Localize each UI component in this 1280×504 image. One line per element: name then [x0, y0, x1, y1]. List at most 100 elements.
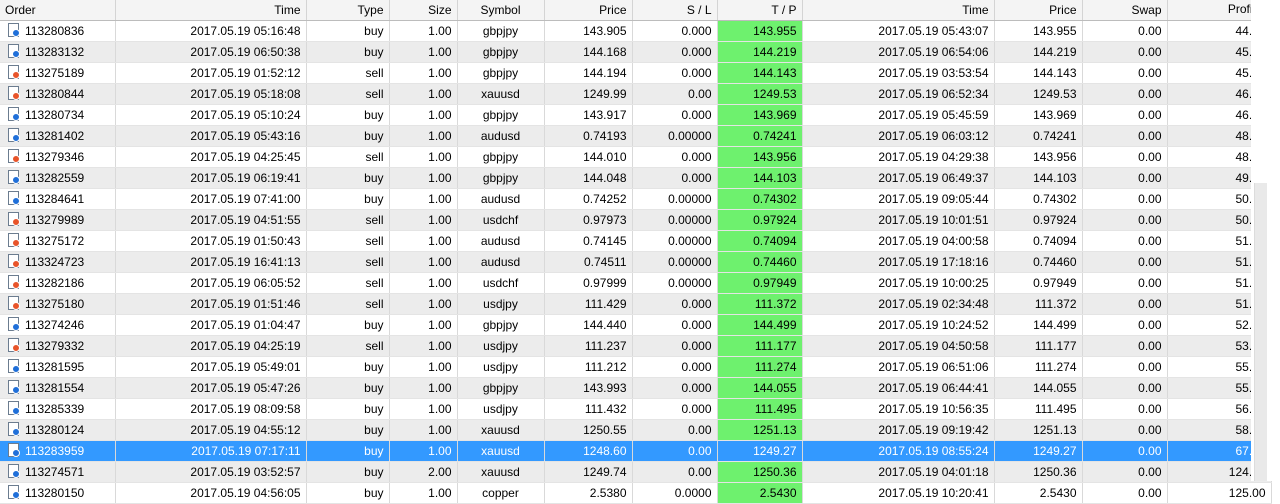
table-row[interactable]: 113275189 2017.05.19 01:52:12 sell 1.00 gbpj…: [0, 62, 1272, 84]
cell-time: 2017.05.19 04:25:19: [115, 335, 307, 357]
cell-tp: 0.74094: [717, 230, 803, 252]
buy-order-icon: [8, 317, 20, 332]
column-header-close-time[interactable]: Time: [802, 0, 995, 21]
cell-sl: 0.0000: [632, 482, 718, 504]
cell-swap: 0.00: [1082, 20, 1168, 42]
cell-close-time: 2017.05.19 10:00:25: [802, 272, 995, 294]
table-row[interactable]: 113282559 2017.05.19 06:19:41 buy 1.00 gbpjp…: [0, 167, 1272, 189]
cell-type: buy: [306, 41, 390, 63]
cell-time: 2017.05.19 07:17:11: [115, 440, 307, 462]
cell-close-time: 2017.05.19 06:03:12: [802, 125, 995, 147]
cell-tp: 1251.13: [717, 419, 803, 441]
cell-type: buy: [306, 419, 390, 441]
cell-close-time: 2017.05.19 06:44:41: [802, 377, 995, 399]
cell-time: 2017.05.19 05:49:01: [115, 356, 307, 378]
cell-tp: 0.74241: [717, 125, 803, 147]
cell-sl: 0.00: [632, 83, 718, 105]
table-row[interactable]: 113324723 2017.05.19 16:41:13 sell 1.00 audu…: [0, 251, 1272, 273]
cell-type: buy: [306, 440, 390, 462]
cell-order: 113280734: [0, 104, 116, 126]
cell-close-price: 0.74094: [994, 230, 1083, 252]
table-row[interactable]: 113274246 2017.05.19 01:04:47 buy 1.00 gbpjp…: [0, 314, 1272, 336]
table-row[interactable]: 113275180 2017.05.19 01:51:46 sell 1.00 usdj…: [0, 293, 1272, 315]
cell-sl: 0.00: [632, 419, 718, 441]
table-row[interactable]: 113285339 2017.05.19 08:09:58 buy 1.00 usdjp…: [0, 398, 1272, 420]
cell-tp: 143.956: [717, 146, 803, 168]
cell-price: 144.168: [544, 41, 633, 63]
buy-order-icon: [8, 485, 20, 500]
table-row[interactable]: 113279346 2017.05.19 04:25:45 sell 1.00 gbpj…: [0, 146, 1272, 168]
column-header-time[interactable]: Time: [115, 0, 307, 21]
cell-close-price: 0.74460: [994, 251, 1083, 273]
cell-price: 111.212: [544, 356, 633, 378]
cell-size: 1.00: [389, 167, 458, 189]
cell-sl: 0.00000: [632, 251, 718, 273]
table-row[interactable]: 113281554 2017.05.19 05:47:26 buy 1.00 gbpjp…: [0, 377, 1272, 399]
cell-symbol: gbpjpy: [457, 377, 545, 399]
cell-sl: 0.000: [632, 167, 718, 189]
cell-size: 1.00: [389, 398, 458, 420]
cell-time: 2017.05.19 01:51:46: [115, 293, 307, 315]
column-header-type[interactable]: Type: [306, 0, 390, 21]
table-row[interactable]: 113281402 2017.05.19 05:43:16 buy 1.00 audus…: [0, 125, 1272, 147]
table-row[interactable]: 113283132 2017.05.19 06:50:38 buy 1.00 gbpjp…: [0, 41, 1272, 63]
cell-type: sell: [306, 293, 390, 315]
cell-symbol: gbpjpy: [457, 146, 545, 168]
buy-order-icon: [8, 170, 20, 185]
cell-close-time: 2017.05.19 10:20:41: [802, 482, 995, 504]
cell-tp: 0.97949: [717, 272, 803, 294]
table-row[interactable]: 113280844 2017.05.19 05:18:08 sell 1.00 xauu…: [0, 83, 1272, 105]
table-row[interactable]: 113274571 2017.05.19 03:52:57 buy 2.00 xauus…: [0, 461, 1272, 483]
table-row[interactable]: 113279989 2017.05.19 04:51:55 sell 1.00 usdc…: [0, 209, 1272, 231]
cell-price: 1249.99: [544, 83, 633, 105]
table-row[interactable]: 113282186 2017.05.19 06:05:52 sell 1.00 usdc…: [0, 272, 1272, 294]
cell-sl: 0.000: [632, 62, 718, 84]
cell-order: 113280150: [0, 482, 116, 504]
cell-type: sell: [306, 209, 390, 231]
cell-type: buy: [306, 314, 390, 336]
column-header-symbol[interactable]: Symbol: [457, 0, 545, 21]
order-number: 113279346: [25, 149, 85, 164]
cell-swap: 0.00: [1082, 188, 1168, 210]
cell-time: 2017.05.19 06:05:52: [115, 272, 307, 294]
vertical-scrollbar-thumb[interactable]: [1254, 183, 1267, 481]
order-number: 113280150: [25, 485, 85, 500]
table-row[interactable]: 113281595 2017.05.19 05:49:01 buy 1.00 usdjp…: [0, 356, 1272, 378]
cell-order: 113282186: [0, 272, 116, 294]
cell-tp: 111.177: [717, 335, 803, 357]
cell-type: sell: [306, 251, 390, 273]
table-row[interactable]: 113284641 2017.05.19 07:41:00 buy 1.00 audus…: [0, 188, 1272, 210]
table-row[interactable]: 113280124 2017.05.19 04:55:12 buy 1.00 xauus…: [0, 419, 1272, 441]
column-header-swap[interactable]: Swap: [1082, 0, 1168, 21]
cell-time: 2017.05.19 16:41:13: [115, 251, 307, 273]
cell-tp: 1250.36: [717, 461, 803, 483]
cell-symbol: gbpjpy: [457, 104, 545, 126]
cell-order: 113274571: [0, 461, 116, 483]
cell-sl: 0.000: [632, 41, 718, 63]
column-header-close-price[interactable]: Price: [994, 0, 1083, 21]
cell-time: 2017.05.19 06:50:38: [115, 41, 307, 63]
order-number: 113280844: [25, 86, 85, 101]
order-number: 113280734: [25, 107, 85, 122]
cell-swap: 0.00: [1082, 209, 1168, 231]
table-row[interactable]: 113280734 2017.05.19 05:10:24 buy 1.00 gbpjp…: [0, 104, 1272, 126]
cell-close-time: 2017.05.19 17:18:16: [802, 251, 995, 273]
column-header-price[interactable]: Price: [544, 0, 633, 21]
cell-close-price: 143.969: [994, 104, 1083, 126]
sell-order-icon: [8, 296, 20, 311]
cell-type: buy: [306, 398, 390, 420]
cell-close-price: 1249.53: [994, 83, 1083, 105]
table-row[interactable]: 113280836 2017.05.19 05:16:48 buy 1.00 gbpjp…: [0, 20, 1272, 42]
column-header-order[interactable]: Order: [0, 0, 116, 21]
column-header-tp[interactable]: T / P: [717, 0, 803, 21]
cell-sl: 0.000: [632, 377, 718, 399]
table-row[interactable]: 113279332 2017.05.19 04:25:19 sell 1.00 usdj…: [0, 335, 1272, 357]
table-row[interactable]: 113280150 2017.05.19 04:56:05 buy 1.00 coppe…: [0, 482, 1272, 504]
column-header-sl[interactable]: S / L: [632, 0, 718, 21]
cell-type: buy: [306, 104, 390, 126]
cell-close-time: 2017.05.19 09:19:42: [802, 419, 995, 441]
table-row[interactable]: 113275172 2017.05.19 01:50:43 sell 1.00 audu…: [0, 230, 1272, 252]
cell-symbol: usdchf: [457, 209, 545, 231]
table-row[interactable]: 113283959 2017.05.19 07:17:11 buy 1.00 xauus…: [0, 440, 1272, 462]
column-header-size[interactable]: Size: [389, 0, 458, 21]
